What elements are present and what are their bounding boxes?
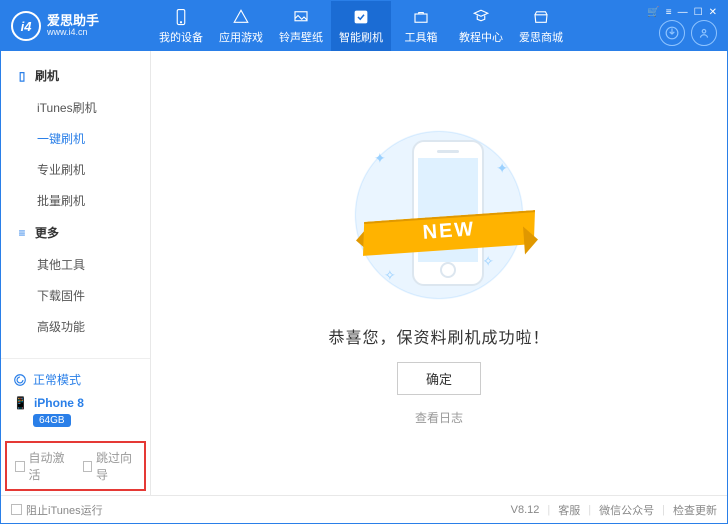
cart-icon[interactable]: 🛒 xyxy=(647,7,659,18)
tab-apps[interactable]: 应用游戏 xyxy=(211,1,271,51)
sidebar-item-pro-flash[interactable]: 专业刷机 xyxy=(1,154,150,185)
main-panel: ✦ ✦ ✧ ✧ NEW 恭喜您，保资料刷机成功啦！ 确定 查看日志 xyxy=(151,51,727,495)
app-url: www.i4.cn xyxy=(47,28,99,38)
success-message: 恭喜您，保资料刷机成功啦！ xyxy=(328,324,549,348)
sidebar-footer: 正常模式 📱iPhone 8 64GB xyxy=(1,358,150,437)
toolbox-icon xyxy=(412,8,430,26)
sidebar-item-advanced[interactable]: 高级功能 xyxy=(1,311,150,342)
mode-row[interactable]: 正常模式 xyxy=(11,367,140,392)
wechat-link[interactable]: 微信公众号 xyxy=(599,502,654,518)
body: ▯刷机 iTunes刷机 一键刷机 专业刷机 批量刷机 ≡更多 其他工具 下载固… xyxy=(1,51,727,495)
apps-icon xyxy=(232,8,250,26)
title-bar: i4 爱思助手 www.i4.cn 我的设备 应用游戏 铃声壁纸 智能刷机 工具… xyxy=(1,1,727,51)
highlighted-options: 自动激活 跳过向导 xyxy=(5,441,146,491)
tab-mydevice[interactable]: 我的设备 xyxy=(151,1,211,51)
device-phone-icon: 📱 xyxy=(13,396,28,410)
window-controls: 🛒 ≡ — ☐ ✕ xyxy=(637,7,727,46)
tutorial-icon xyxy=(472,8,490,26)
view-log-link[interactable]: 查看日志 xyxy=(415,409,463,426)
maximize-icon[interactable]: ☐ xyxy=(694,7,703,18)
menu-icon[interactable]: ≡ xyxy=(666,7,672,18)
capacity-badge: 64GB xyxy=(33,414,71,427)
new-ribbon: NEW xyxy=(364,206,534,256)
sidebar-group-more: ≡更多 xyxy=(1,216,150,249)
flash-icon xyxy=(352,8,370,26)
app-window: i4 爱思助手 www.i4.cn 我的设备 应用游戏 铃声壁纸 智能刷机 工具… xyxy=(0,0,728,524)
wallpaper-icon xyxy=(292,8,310,26)
sidebar: ▯刷机 iTunes刷机 一键刷机 专业刷机 批量刷机 ≡更多 其他工具 下载固… xyxy=(1,51,151,495)
phone-small-icon: ▯ xyxy=(15,69,29,83)
sidebar-item-itunes-flash[interactable]: iTunes刷机 xyxy=(1,92,150,123)
sidebar-item-batch-flash[interactable]: 批量刷机 xyxy=(1,185,150,216)
download-icon[interactable] xyxy=(659,20,685,46)
update-link[interactable]: 检查更新 xyxy=(673,502,717,518)
tab-wallpaper[interactable]: 铃声壁纸 xyxy=(271,1,331,51)
mode-icon xyxy=(13,373,27,387)
app-logo: i4 爱思助手 www.i4.cn xyxy=(1,11,151,41)
checkbox-skip-wizard[interactable]: 跳过向导 xyxy=(83,449,137,483)
tab-tutorial[interactable]: 教程中心 xyxy=(451,1,511,51)
tab-flash[interactable]: 智能刷机 xyxy=(331,1,391,51)
checkbox-auto-activate[interactable]: 自动激活 xyxy=(15,449,69,483)
sidebar-item-other-tools[interactable]: 其他工具 xyxy=(1,249,150,280)
tab-store[interactable]: 爱思商城 xyxy=(511,1,571,51)
logo-icon: i4 xyxy=(11,11,41,41)
support-link[interactable]: 客服 xyxy=(558,502,580,518)
sidebar-item-download-firmware[interactable]: 下载固件 xyxy=(1,280,150,311)
device-row[interactable]: 📱iPhone 8 64GB xyxy=(11,392,140,431)
app-name: 爱思助手 xyxy=(47,14,99,28)
version-label: V8.12 xyxy=(511,504,540,516)
close-icon[interactable]: ✕ xyxy=(709,7,717,18)
more-icon: ≡ xyxy=(15,226,29,240)
minimize-icon[interactable]: — xyxy=(678,7,688,18)
user-icon[interactable] xyxy=(691,20,717,46)
store-icon xyxy=(532,8,550,26)
checkbox-block-itunes[interactable]: 阻止iTunes运行 xyxy=(11,502,103,518)
status-bar: 阻止iTunes运行 V8.12| 客服| 微信公众号| 检查更新 xyxy=(1,495,727,523)
success-illustration: ✦ ✦ ✧ ✧ NEW xyxy=(344,120,534,310)
content: ✦ ✦ ✧ ✧ NEW 恭喜您，保资料刷机成功啦！ 确定 查看日志 xyxy=(151,51,727,495)
sidebar-item-oneclick-flash[interactable]: 一键刷机 xyxy=(1,123,150,154)
tab-toolbox[interactable]: 工具箱 xyxy=(391,1,451,51)
phone-icon xyxy=(172,8,190,26)
confirm-button[interactable]: 确定 xyxy=(397,362,481,395)
main-tabs: 我的设备 应用游戏 铃声壁纸 智能刷机 工具箱 教程中心 爱思商城 xyxy=(151,1,637,51)
sidebar-group-flash: ▯刷机 xyxy=(1,59,150,92)
